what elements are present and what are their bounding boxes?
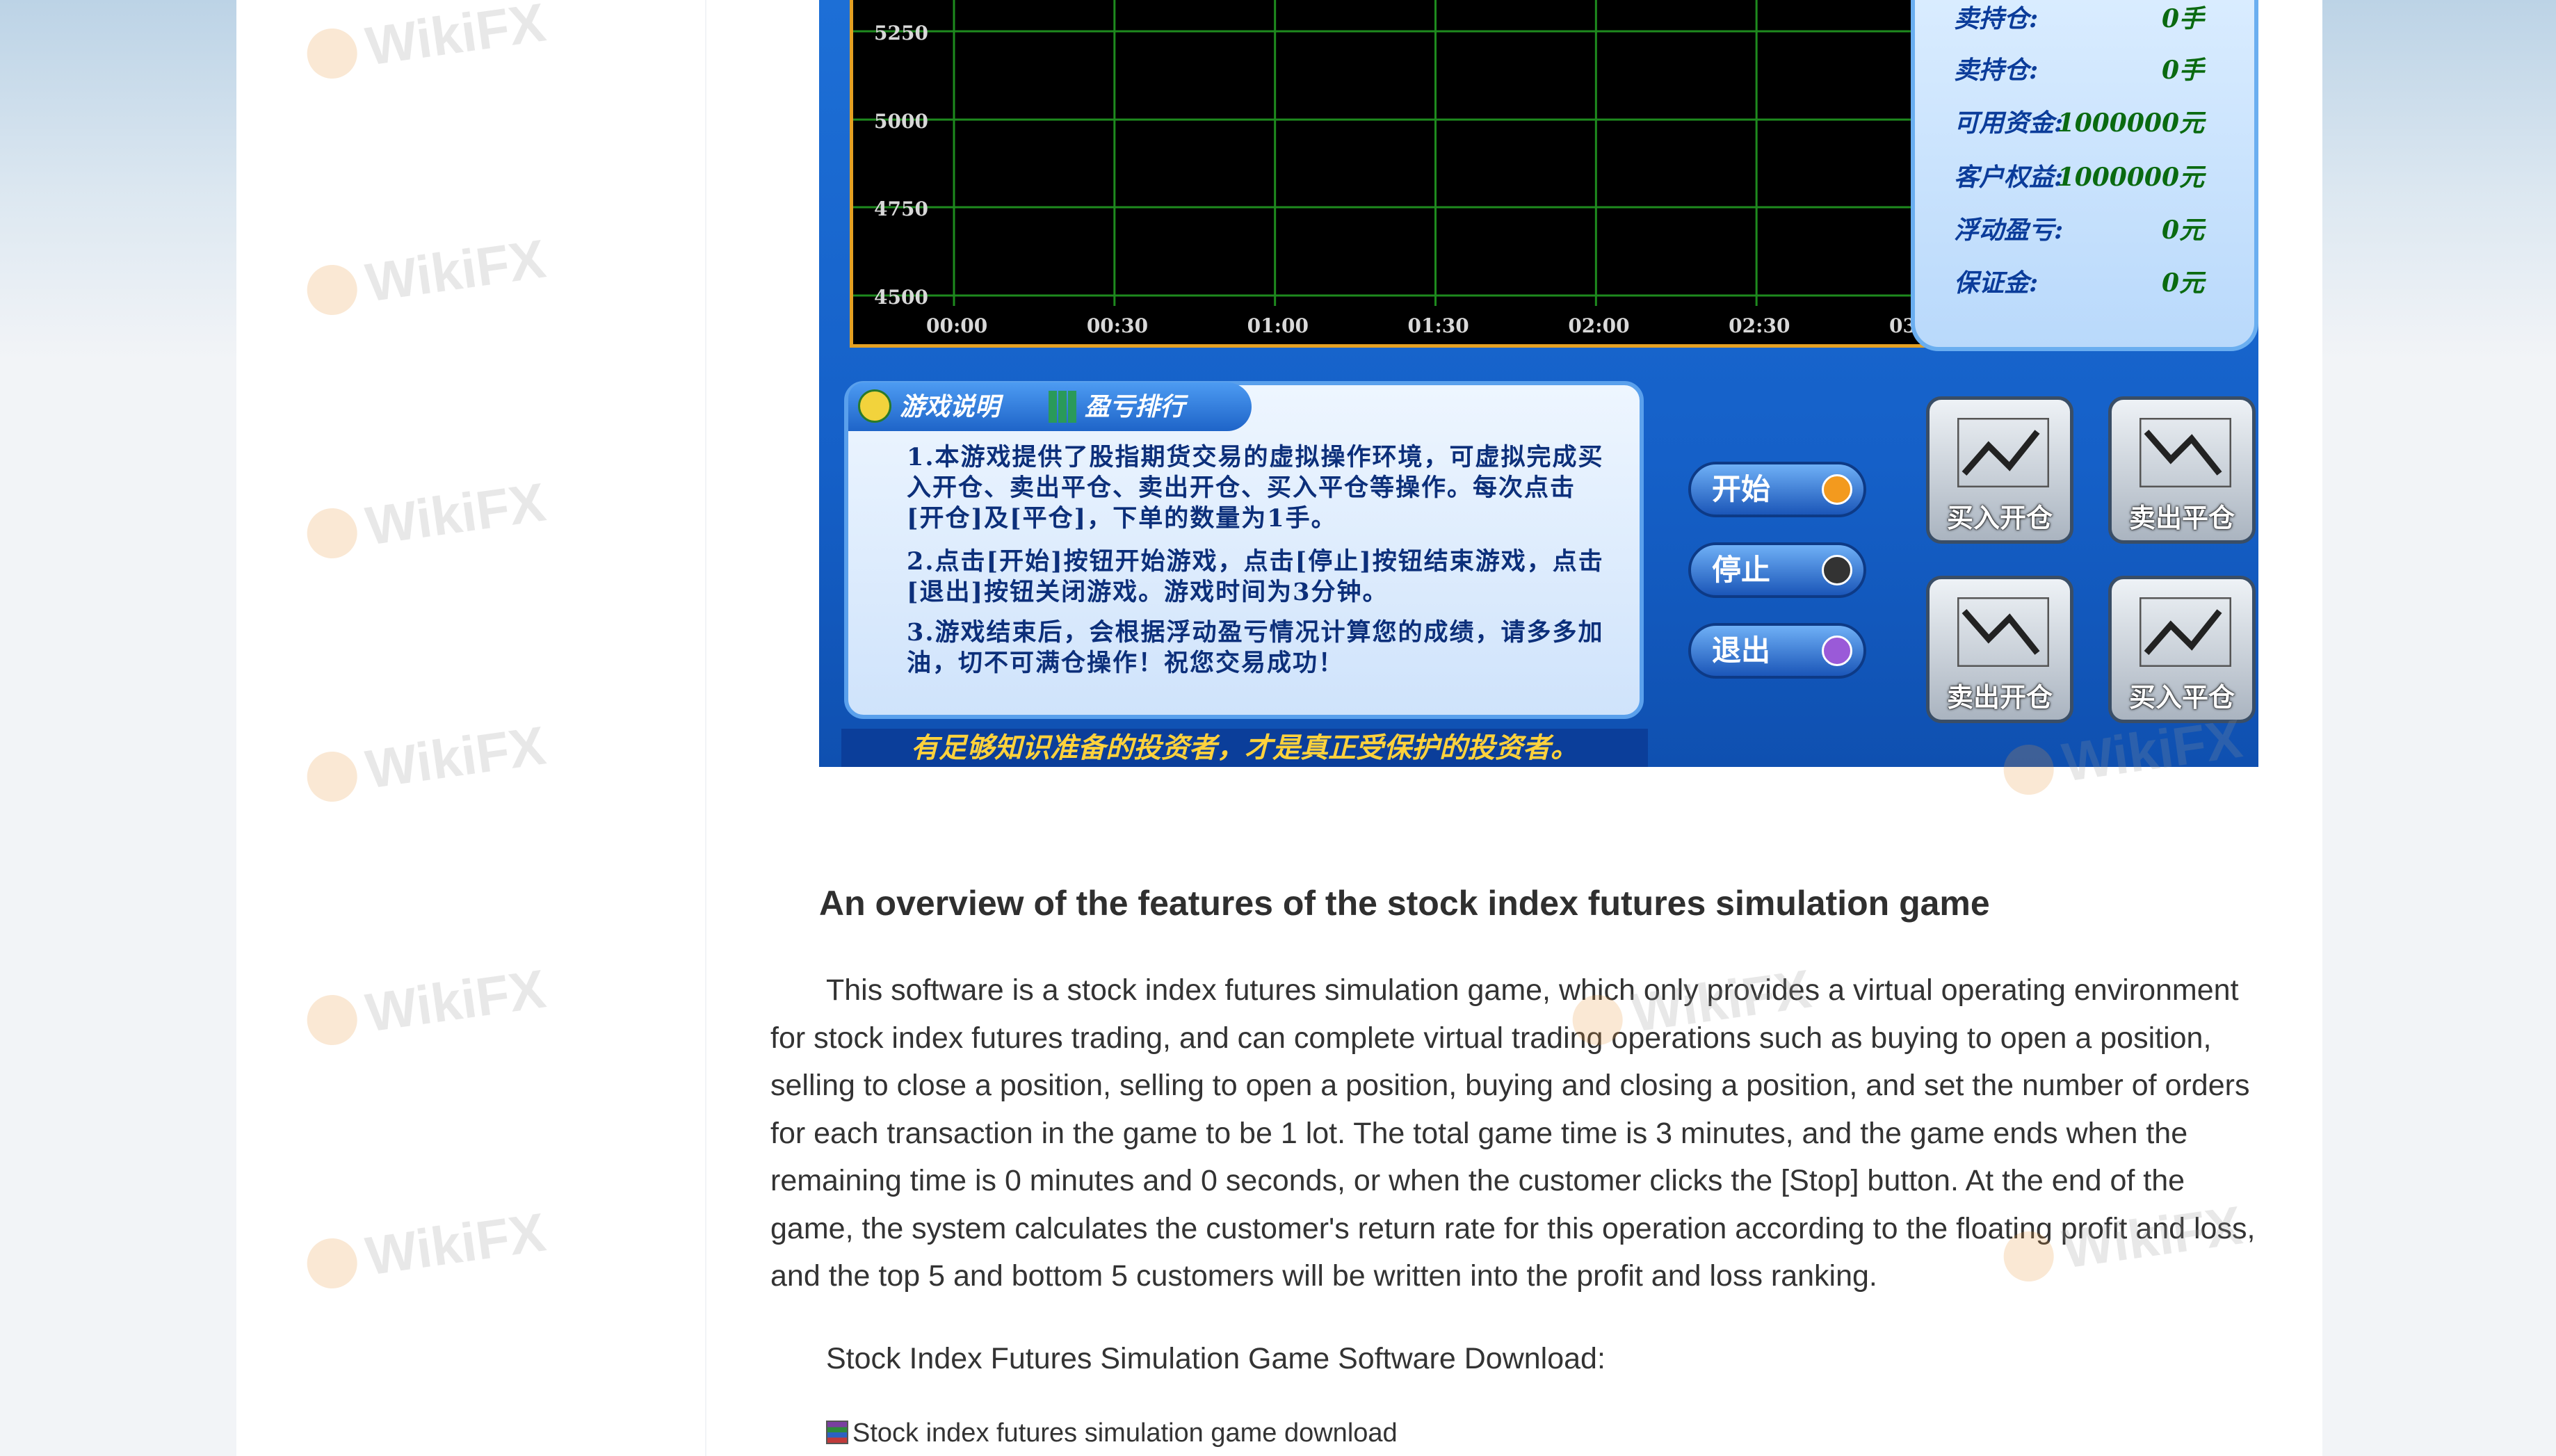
y-tick-label-left: 5250 (874, 22, 928, 45)
x-tick-label: 02:00 (1568, 314, 1629, 337)
trend-down-icon (2140, 418, 2231, 487)
account-label: 卖持仓: (1954, 4, 2039, 33)
account-value: 0手 (2161, 56, 2204, 85)
start-button[interactable]: 开始 (1688, 462, 1866, 517)
price-chart: 5250525050005000475047504500450000:0000:… (850, 0, 1993, 348)
account-label: 浮动盈亏: (1954, 216, 2064, 245)
buy-open-label: 买入开仓 (1946, 503, 2053, 533)
rule-text: 3.游戏结束后，会根据浮动盈亏情况计算您的成绩，请多多加油，切不可满仓操作！祝您… (907, 618, 1604, 677)
y-tick-label-left: 5000 (874, 110, 928, 133)
buy-close-button[interactable]: 买入平仓 (2108, 576, 2256, 723)
account-value: 0手 (2161, 4, 2204, 33)
stop-icon (1822, 555, 1852, 585)
download-link-text: Stock index futures simulation game down… (852, 1418, 1398, 1448)
account-label: 保证金: (1954, 268, 2039, 298)
sell-open-label: 卖出开仓 (1946, 682, 2053, 713)
start-label: 开始 (1712, 472, 1771, 506)
article-paragraph: This software is a stock index futures s… (770, 973, 2256, 1293)
slogan-banner: 有足够知识准备的投资者，才是真正受保护的投资者。 (841, 729, 1648, 767)
account-row: 卖持仓: 0手 (1954, 0, 2232, 40)
account-row: 浮动盈亏: 0元 (1954, 210, 2232, 252)
background-right (2320, 0, 2556, 362)
sell-close-button[interactable]: 卖出平仓 (2108, 396, 2256, 544)
left-sidebar (236, 0, 705, 1456)
stop-button[interactable]: 停止 (1688, 542, 1866, 598)
y-tick-label-left: 4500 (874, 286, 928, 309)
stop-label: 停止 (1712, 553, 1771, 587)
x-tick-label: 02:30 (1729, 314, 1790, 337)
x-tick-label: 01:00 (1247, 314, 1309, 337)
y-tick-label-left: 4750 (874, 197, 928, 220)
sell-close-label: 卖出平仓 (2128, 503, 2235, 533)
buy-close-label: 买入平仓 (2128, 682, 2235, 713)
x-tick-label: 00:00 (926, 314, 987, 337)
account-row: 卖持仓: 0手 (1954, 50, 2232, 92)
account-value: 0元 (2161, 216, 2204, 245)
rules-tabs: 游戏说明 盈亏排行 (848, 382, 1252, 431)
trend-up-icon (2140, 597, 2231, 667)
archive-icon (826, 1421, 848, 1444)
exit-icon (1822, 636, 1852, 666)
bar-chart-icon (1049, 391, 1076, 423)
trend-up-icon (1957, 418, 2049, 487)
account-label: 卖持仓: (1954, 56, 2039, 85)
exit-button[interactable]: 退出 (1688, 623, 1866, 679)
account-value: 1000000元 (2057, 108, 2204, 138)
account-row: 客户权益: 1000000元 (1954, 157, 2232, 199)
tab-ranking[interactable]: 盈亏排行 (1085, 382, 1185, 431)
game-screenshot: 5250525050005000475047504500450000:0000:… (819, 0, 2258, 767)
account-value: 1000000元 (2057, 163, 2204, 192)
account-label: 客户权益: (1954, 163, 2064, 192)
x-tick-label: 01:30 (1408, 314, 1469, 337)
section-heading: An overview of the features of the stock… (819, 884, 1990, 923)
sell-open-button[interactable]: 卖出开仓 (1926, 576, 2073, 723)
exit-label: 退出 (1712, 633, 1771, 668)
buy-open-button[interactable]: 买入开仓 (1926, 396, 2073, 544)
account-row: 保证金: 0元 (1954, 263, 2232, 305)
rules-panel: 游戏说明 盈亏排行 1.本游戏提供了股指期货交易的虚拟操作环境，可虚拟完成买入开… (844, 381, 1644, 719)
download-link[interactable]: Stock index futures simulation game down… (826, 1418, 1398, 1448)
x-tick-label: 00:30 (1087, 314, 1148, 337)
play-icon (1822, 474, 1852, 505)
trend-down-icon (1957, 597, 2049, 667)
background-left (0, 0, 236, 362)
account-row: 可用资金: 1000000元 (1954, 103, 2232, 145)
account-panel: 卖持仓: 0手 卖持仓: 0手 可用资金: 1000000元 客户权益: 100… (1911, 0, 2258, 351)
lightbulb-icon (858, 389, 891, 423)
account-value: 0元 (2161, 268, 2204, 298)
tab-rules[interactable]: 游戏说明 (900, 382, 1000, 431)
rule-text: 2.点击[开始]按钮开始游戏，点击[停止]按钮结束游戏，点击[退出]按钮关闭游戏… (907, 547, 1604, 606)
account-label: 可用资金: (1954, 108, 2064, 138)
rule-text: 1.本游戏提供了股指期货交易的虚拟操作环境，可虚拟完成买入开仓、卖出平仓、卖出开… (907, 443, 1604, 533)
price-chart-grid: 5250525050005000475047504500450000:0000:… (853, 0, 1989, 337)
download-label: Stock Index Futures Simulation Game Soft… (826, 1342, 1605, 1375)
